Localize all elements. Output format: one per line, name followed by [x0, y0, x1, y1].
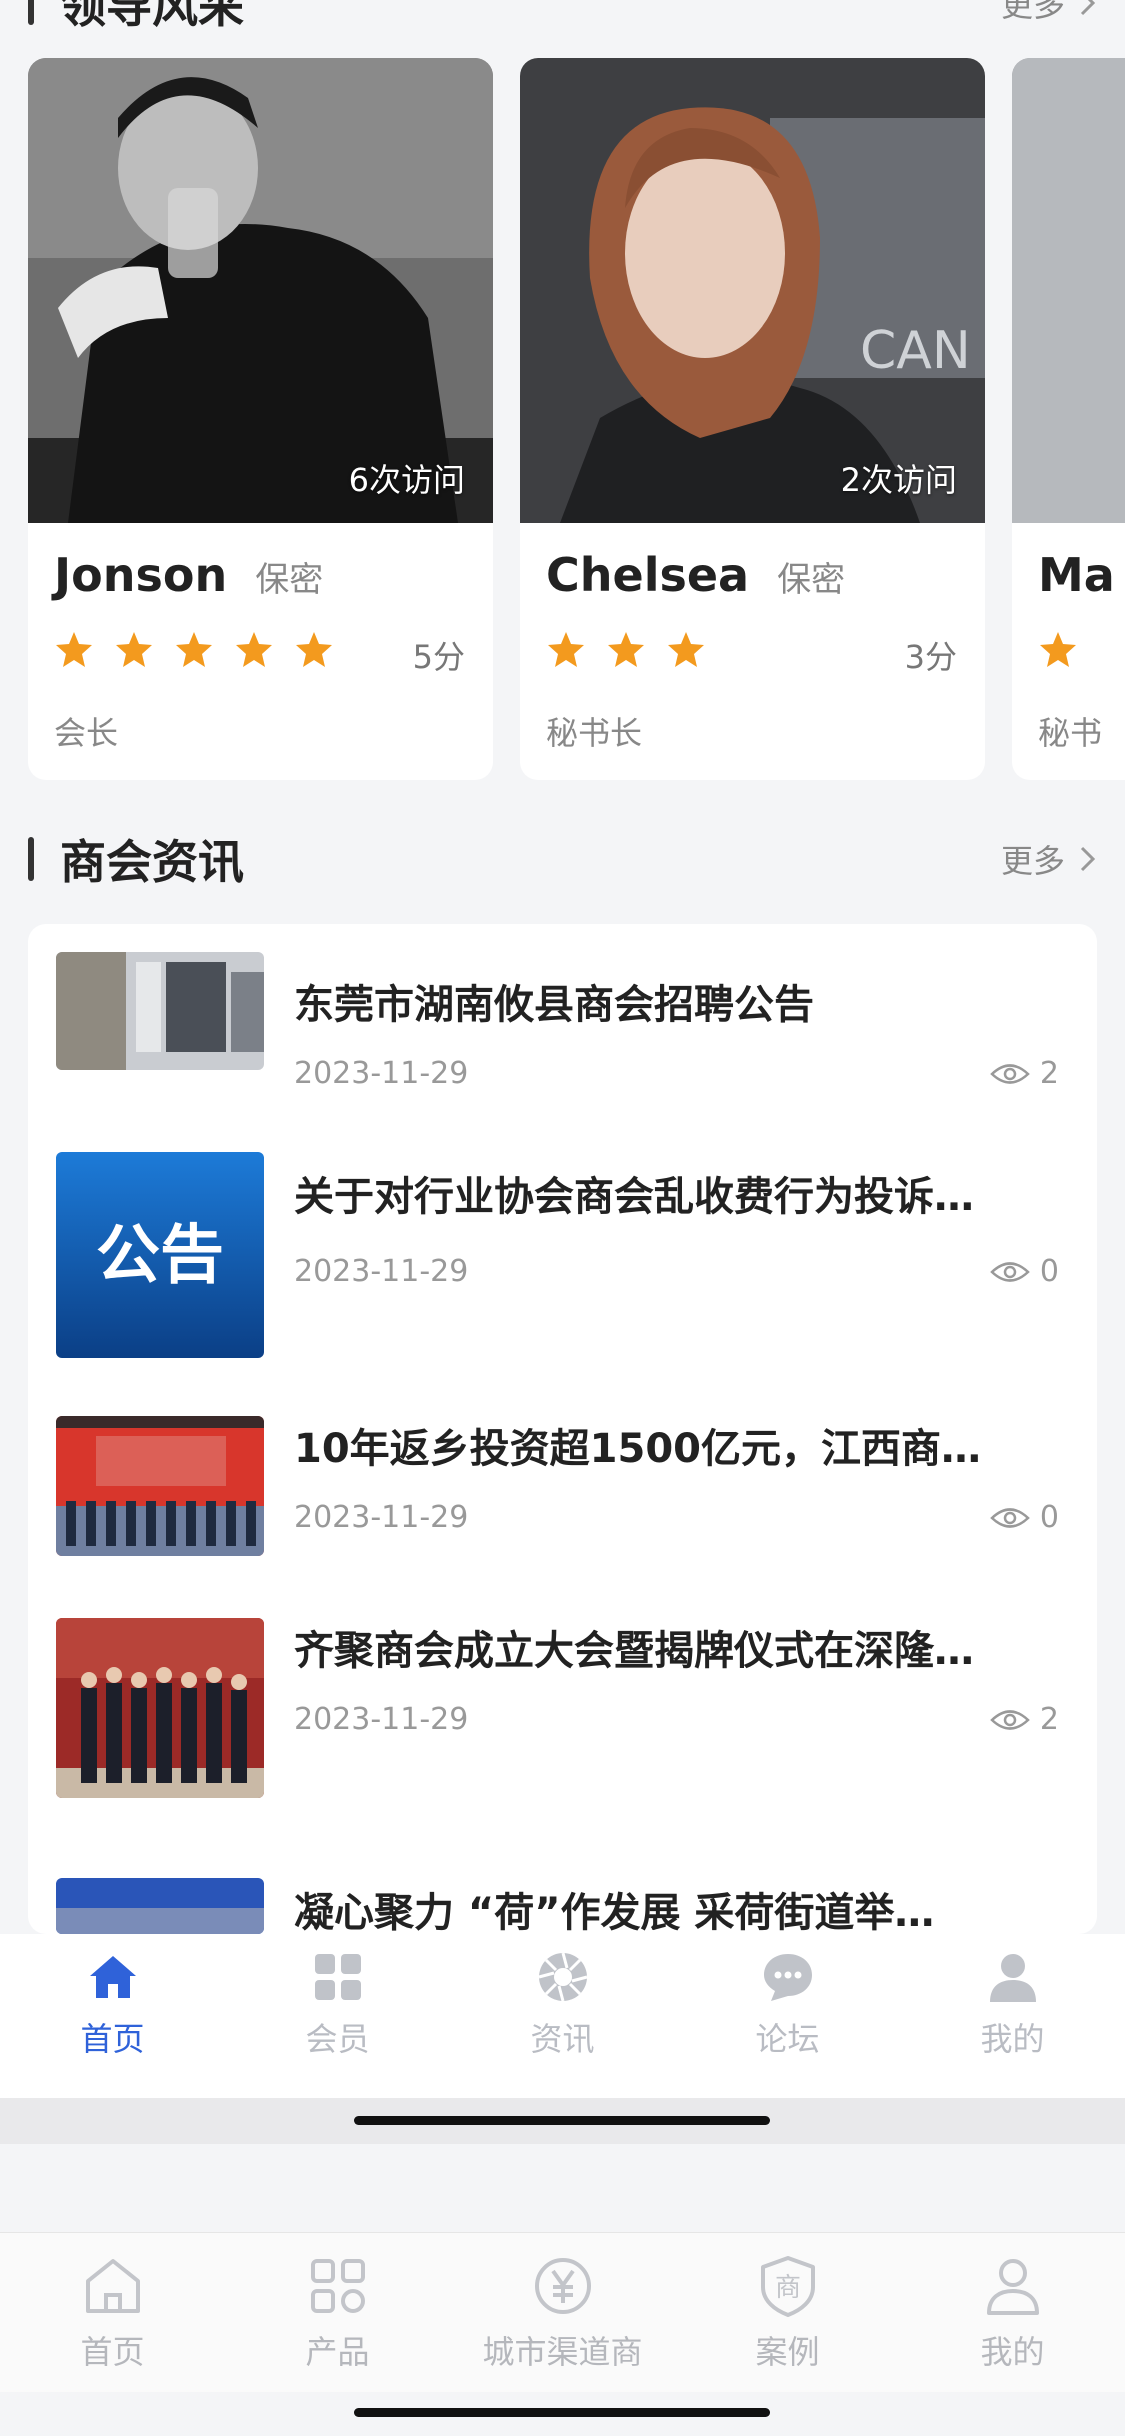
chat-icon: [759, 1948, 817, 2006]
news-title: 10年返乡投资超1500亿元，江西商…: [294, 1426, 981, 1472]
news-item[interactable]: 凝心聚力 “荷”作发展 采荷街道举…: [28, 1852, 1097, 1934]
news-title: 齐聚商会成立大会暨揭牌仪式在深隆…: [294, 1628, 974, 1674]
news-item[interactable]: 东莞市湖南攸县商会招聘公告 2023-11-29 2: [28, 952, 1097, 1122]
thumbnail-notice-text: 公告: [96, 1219, 224, 1293]
news-section-title: 商会资讯: [60, 835, 244, 889]
tab2-home[interactable]: 首页: [0, 2233, 225, 2392]
news-views: 0: [990, 1500, 1059, 1535]
leader-gender: 保密: [255, 560, 324, 600]
section-bar: [28, 0, 34, 25]
news-list: 东莞市湖南攸县商会招聘公告 2023-11-29 2 公告 关于对行业协会商会乱…: [28, 924, 1097, 1934]
news-date: 2023-11-29: [294, 1056, 469, 1091]
news-more-link[interactable]: 更多: [1001, 836, 1097, 882]
news-item[interactable]: 齐聚商会成立大会暨揭牌仪式在深隆… 2023-11-29 2: [28, 1618, 1097, 1808]
leader-score: 3分: [904, 638, 957, 676]
tab-members[interactable]: 会员: [225, 1934, 450, 2098]
chevron-right-icon: [1080, 0, 1096, 16]
chevron-right-icon: [1080, 846, 1096, 872]
home-icon: [84, 1948, 142, 2006]
news-thumbnail: 公告: [56, 1152, 264, 1358]
news-section-header: 商会资讯 更多: [28, 826, 1097, 892]
rating-stars: [546, 630, 706, 670]
leader-name: Jonson: [54, 548, 228, 602]
star-icon: [116, 632, 152, 667]
home-indicator-bottom[interactable]: [354, 2408, 770, 2417]
tab2-channels[interactable]: 城市渠道商: [450, 2233, 675, 2392]
news-thumbnail: [56, 1416, 264, 1556]
news-thumbnail: [56, 952, 264, 1070]
leader-card[interactable]: Ma 秘书: [1012, 58, 1125, 780]
eye-icon: [990, 1709, 1030, 1730]
star-icon: [176, 632, 212, 667]
aperture-icon: [534, 1948, 592, 2006]
leader-score: 5分: [412, 638, 465, 676]
tab-mine[interactable]: 我的: [900, 1934, 1125, 2098]
star-icon: [236, 632, 272, 667]
star-icon: [548, 632, 584, 667]
star-icon: [608, 632, 644, 667]
news-thumbnail: [56, 1878, 264, 1934]
news-title: 关于对行业协会商会乱收费行为投诉…: [294, 1174, 974, 1220]
section-bar: [28, 837, 34, 881]
leader-gender: 保密: [777, 560, 846, 600]
eye-icon: [990, 1063, 1030, 1084]
news-views: 2: [990, 1056, 1059, 1091]
user-icon: [984, 1948, 1042, 2006]
star-icon: [1040, 632, 1076, 667]
leaders-section-title: 领导风采: [60, 0, 244, 33]
svg-text:CAN: CAN: [860, 321, 971, 381]
news-views: 2: [990, 1702, 1059, 1737]
visit-count: 2次访问: [840, 461, 957, 499]
eye-icon: [990, 1507, 1030, 1528]
news-thumbnail: [56, 1618, 264, 1798]
home-indicator-area: [0, 2098, 1125, 2144]
leader-name: Chelsea: [546, 548, 750, 602]
leader-photo: [1012, 58, 1125, 523]
news-date: 2023-11-29: [294, 1254, 469, 1289]
leader-card[interactable]: 6次访问 Jonson 保密 5分 会长: [28, 58, 493, 780]
tab2-cases[interactable]: 商 案例: [675, 2233, 900, 2392]
primary-tab-bar: 首页 会员 资讯 论坛 我的: [0, 1934, 1125, 2098]
secondary-tab-bar: 首页 产品 城市渠道商 商 案例 我的: [0, 2232, 1125, 2392]
news-views: 0: [990, 1254, 1059, 1289]
eye-icon: [990, 1261, 1030, 1282]
leader-photo: CAN 2次访问: [520, 58, 985, 523]
news-item[interactable]: 公告 关于对行业协会商会乱收费行为投诉… 2023-11-29 0: [28, 1152, 1097, 1362]
news-date: 2023-11-29: [294, 1702, 469, 1737]
star-icon: [668, 632, 704, 667]
tab2-mine[interactable]: 我的: [900, 2233, 1125, 2392]
news-date: 2023-11-29: [294, 1500, 469, 1535]
leader-card[interactable]: CAN 2次访问 Chelsea 保密 3分 秘书长: [520, 58, 985, 780]
rating-stars: [54, 630, 334, 670]
news-item[interactable]: 10年返乡投资超1500亿元，江西商… 2023-11-29 0: [28, 1416, 1097, 1586]
star-icon: [56, 632, 92, 667]
svg-text:商: 商: [774, 2273, 800, 2303]
tab-forum[interactable]: 论坛: [675, 1934, 900, 2098]
grid-icon: [309, 1948, 367, 2006]
yuan-outline-icon: [528, 2251, 598, 2321]
leader-name: Ma: [1038, 548, 1115, 602]
rating-stars: [1038, 630, 1078, 670]
apps-outline-icon: [303, 2251, 373, 2321]
leaders-carousel[interactable]: 6次访问 Jonson 保密 5分 会长 CAN 2次访问 Chelsea 保密: [28, 58, 1125, 780]
tab-news[interactable]: 资讯: [450, 1934, 675, 2098]
leaders-section-header: 领导风采 更多: [28, 0, 1097, 36]
shield-shang-icon: 商: [753, 2251, 823, 2321]
user-outline-icon: [978, 2251, 1048, 2321]
leader-photo: 6次访问: [28, 58, 493, 523]
leader-role: 秘书长: [546, 714, 643, 752]
news-title: 凝心聚力 “荷”作发展 采荷街道举…: [294, 1890, 935, 1934]
visit-count: 6次访问: [348, 461, 465, 499]
home-indicator[interactable]: [354, 2116, 770, 2125]
leaders-more-link[interactable]: 更多: [1001, 0, 1097, 26]
tab2-products[interactable]: 产品: [225, 2233, 450, 2392]
home-outline-icon: [78, 2251, 148, 2321]
star-icon: [296, 632, 332, 667]
leader-role: 秘书: [1038, 714, 1103, 752]
news-title: 东莞市湖南攸县商会招聘公告: [294, 982, 814, 1028]
tab-home[interactable]: 首页: [0, 1934, 225, 2098]
leader-role: 会长: [54, 714, 119, 752]
